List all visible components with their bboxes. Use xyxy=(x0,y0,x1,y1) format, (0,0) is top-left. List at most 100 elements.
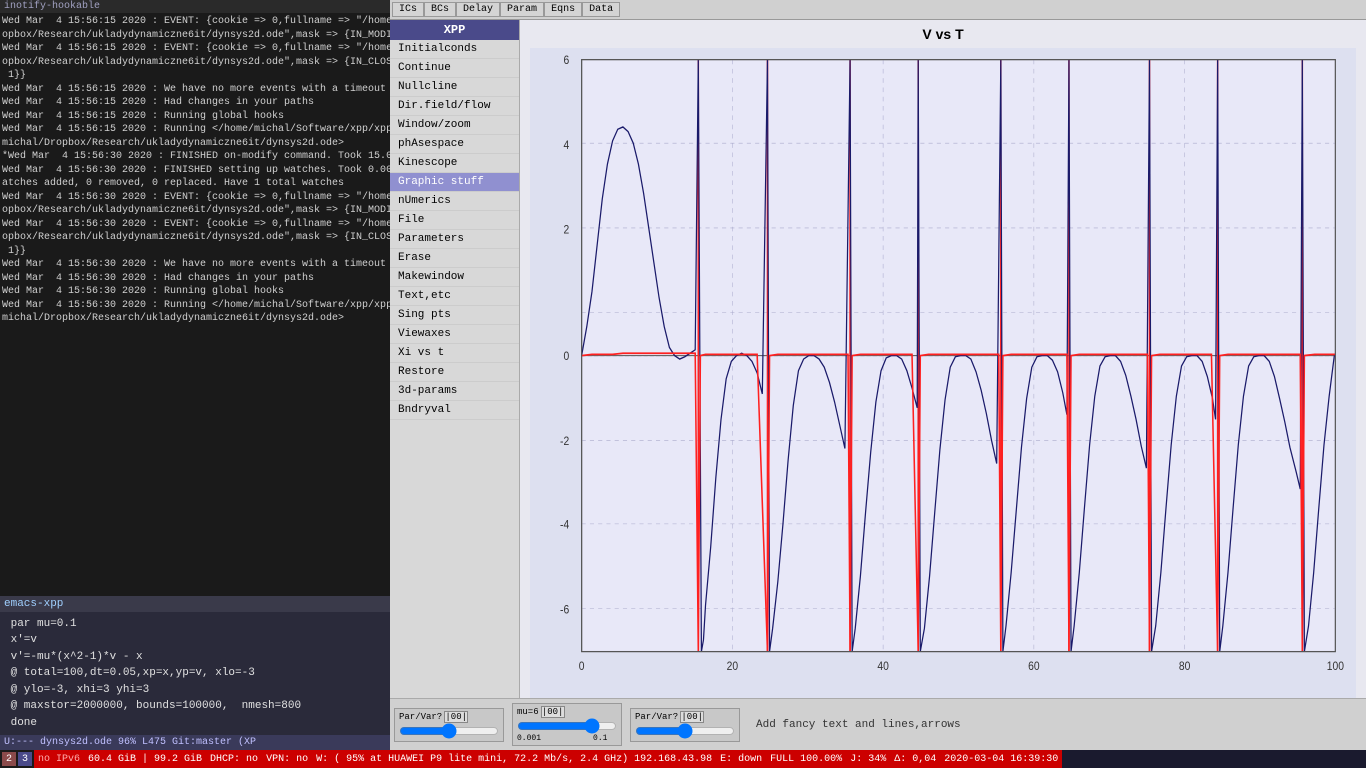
bottom-toolbar: Par/Var? |00| mu=6 |00| 0.001 0.1 xyxy=(390,698,1366,750)
menu-item-sing-pts[interactable]: Sing pts xyxy=(390,306,519,325)
menu-item-initialconds[interactable]: Initialconds xyxy=(390,40,519,59)
menu-item-parameters[interactable]: Parameters xyxy=(390,230,519,249)
full-info: FULL 100.00% xyxy=(770,754,842,765)
emacs-title: emacs-xpp xyxy=(0,596,390,612)
toolbar-btn-ics[interactable]: ICs xyxy=(392,2,424,17)
menu-item-viewaxes[interactable]: Viewaxes xyxy=(390,325,519,344)
very-bottom-bar: 2 3 no IPv6 60.4 GiB | 99.2 GiB DHCP: no… xyxy=(0,750,1366,768)
svg-text:40: 40 xyxy=(877,661,888,674)
param2-label-row: mu=6 |00| xyxy=(517,706,617,718)
no-ipv6: no IPv6 xyxy=(38,754,80,765)
terminal-line: 1}} xyxy=(2,245,388,259)
terminal-line: Wed Mar 4 15:56:30 2020 : Had changes in… xyxy=(2,272,388,286)
top-area: inotify-hookable Wed Mar 4 15:56:15 2020… xyxy=(0,0,1366,750)
terminal-line: Wed Mar 4 15:56:30 2020 : EVENT: {cookie… xyxy=(2,218,388,232)
param2-label: mu=6 xyxy=(517,707,539,717)
terminal-line: Wed Mar 4 15:56:15 2020 : Had changes in… xyxy=(2,96,388,110)
param1-slider[interactable] xyxy=(399,723,499,739)
menu-item-file[interactable]: File xyxy=(390,211,519,230)
param1-value[interactable]: |00| xyxy=(444,711,468,723)
svg-text:-4: -4 xyxy=(560,519,569,532)
menu-item-window-zoom[interactable]: Window/zoom xyxy=(390,116,519,135)
param2-min: 0.001 xyxy=(517,734,541,743)
plot-area: V vs T xyxy=(520,20,1366,698)
bottom-text: Add fancy text and lines,arrows xyxy=(748,719,1362,731)
menu-item-nullcline[interactable]: Nullcline xyxy=(390,78,519,97)
emacs-statusbar: U:--- dynsys2d.ode 96% L475 Git:master (… xyxy=(0,735,390,750)
menu-item-graphic-stuff[interactable]: Graphic stuff xyxy=(390,173,519,192)
terminal-line: Wed Mar 4 15:56:15 2020 : Running </home… xyxy=(2,123,388,137)
terminal-line: Wed Mar 4 15:56:15 2020 : EVENT: {cookie… xyxy=(2,15,388,29)
param3-slider[interactable] xyxy=(635,723,735,739)
svg-text:80: 80 xyxy=(1179,661,1190,674)
menu-item-text-etc[interactable]: Text,etc xyxy=(390,287,519,306)
svg-text:20: 20 xyxy=(727,661,738,674)
terminal-line: *Wed Mar 4 15:56:30 2020 : FINISHED on-m… xyxy=(2,150,388,164)
terminal-line: opbox/Research/ukladydynamiczne6it/dynsy… xyxy=(2,29,388,43)
terminal-line: Wed Mar 4 15:56:30 2020 : We have no mor… xyxy=(2,258,388,272)
menu-item-numerics[interactable]: nUmerics xyxy=(390,192,519,211)
menu-item-restore[interactable]: Restore xyxy=(390,363,519,382)
param2-range-row: 0.001 0.1 xyxy=(517,734,617,743)
svg-text:2: 2 xyxy=(563,224,569,237)
badge-3[interactable]: 3 xyxy=(18,752,32,766)
toolbar-btn-data[interactable]: Data xyxy=(582,2,620,17)
svg-text:-2: -2 xyxy=(560,435,569,448)
emacs-lines-container: par mu=0.1 x'=v v'=-mu*(x^2-1)*v - x @ t… xyxy=(4,616,386,732)
menu-item-continue[interactable]: Continue xyxy=(390,59,519,78)
menu-item-xi-vs-t[interactable]: Xi vs t xyxy=(390,344,519,363)
param1-label: Par/Var? xyxy=(399,712,442,722)
terminal-title: inotify-hookable xyxy=(0,0,390,13)
terminal-line: Wed Mar 4 15:56:30 2020 : Running </home… xyxy=(2,299,388,313)
menu-item-dir-field-flow[interactable]: Dir.field/flow xyxy=(390,97,519,116)
param3-value[interactable]: |00| xyxy=(680,711,704,723)
terminal-line: Wed Mar 4 15:56:15 2020 : We have no mor… xyxy=(2,83,388,97)
menu-item-bndryval[interactable]: Bndryval xyxy=(390,401,519,420)
toolbar-btn-delay[interactable]: Delay xyxy=(456,2,500,17)
terminal-line: atches added, 0 removed, 0 replaced. Hav… xyxy=(2,177,388,191)
menu-item-makewindow[interactable]: Makewindow xyxy=(390,268,519,287)
menu-item-erase[interactable]: Erase xyxy=(390,249,519,268)
param3-label: Par/Var? xyxy=(635,712,678,722)
badge-2[interactable]: 2 xyxy=(2,752,16,766)
toolbar-buttons: ICsBCsDelayParamEqnsData xyxy=(392,2,620,17)
svg-text:-6: -6 xyxy=(560,604,569,617)
storage-info: 60.4 GiB | 99.2 GiB xyxy=(88,754,202,765)
dhcp-info: DHCP: no xyxy=(210,754,258,765)
terminal-line: opbox/Research/ukladydynamiczne6it/dynsy… xyxy=(2,231,388,245)
svg-text:60: 60 xyxy=(1028,661,1039,674)
status-bar: no IPv6 60.4 GiB | 99.2 GiB DHCP: no VPN… xyxy=(34,750,1062,768)
terminal-line: michal/Dropbox/Research/ukladydynamiczne… xyxy=(2,137,388,151)
param2-max: 0.1 xyxy=(593,734,607,743)
eth-info: E: down xyxy=(720,754,762,765)
toolbar-btn-param[interactable]: Param xyxy=(500,2,544,17)
left-panel: inotify-hookable Wed Mar 4 15:56:15 2020… xyxy=(0,0,390,750)
terminal-line: Wed Mar 4 15:56:15 2020 : Running global… xyxy=(2,110,388,124)
terminal-lines-container: Wed Mar 4 15:56:15 2020 : EVENT: {cookie… xyxy=(2,15,388,326)
emacs-line: @ maxstor=2000000, bounds=100000, nmesh=… xyxy=(4,698,386,715)
terminal-line: 1}} xyxy=(2,69,388,83)
param-box-1: Par/Var? |00| xyxy=(394,708,504,742)
menu-item-3d-params[interactable]: 3d-params xyxy=(390,382,519,401)
svg-text:0: 0 xyxy=(579,661,585,674)
toolbar-btn-bcs[interactable]: BCs xyxy=(424,2,456,17)
svg-text:4: 4 xyxy=(563,139,569,152)
svg-text:100: 100 xyxy=(1327,661,1344,674)
menu-item-phasespace[interactable]: phAsespace xyxy=(390,135,519,154)
param2-slider[interactable] xyxy=(517,718,617,734)
emacs-line: done xyxy=(4,715,386,732)
emacs-panel[interactable]: par mu=0.1 x'=v v'=-mu*(x^2-1)*v - x @ t… xyxy=(0,612,390,736)
terminal-line: Wed Mar 4 15:56:30 2020 : EVENT: {cookie… xyxy=(2,191,388,205)
menu-item-kinescope[interactable]: Kinescope xyxy=(390,154,519,173)
wireless-info: W: ( 95% at HUAWEI P9 lite mini, 72.2 Mb… xyxy=(316,754,712,765)
xpp-menu-title: XPP xyxy=(390,20,519,40)
param2-value[interactable]: |00| xyxy=(541,706,565,718)
emacs-line: @ total=100,dt=0.05,xp=x,yp=v, xlo=-3 xyxy=(4,665,386,682)
terminal-line: Wed Mar 4 15:56:30 2020 : FINISHED setti… xyxy=(2,164,388,178)
datetime-info: 2020-03-04 16:39:30 xyxy=(944,754,1058,765)
svg-text:0: 0 xyxy=(563,351,569,364)
emacs-line: x'=v xyxy=(4,632,386,649)
toolbar-btn-eqns[interactable]: Eqns xyxy=(544,2,582,17)
plot-svg: 6 4 2 0 -2 -4 -6 0 20 40 60 80 xyxy=(530,48,1356,698)
param3-label-row: Par/Var? |00| xyxy=(635,711,735,723)
